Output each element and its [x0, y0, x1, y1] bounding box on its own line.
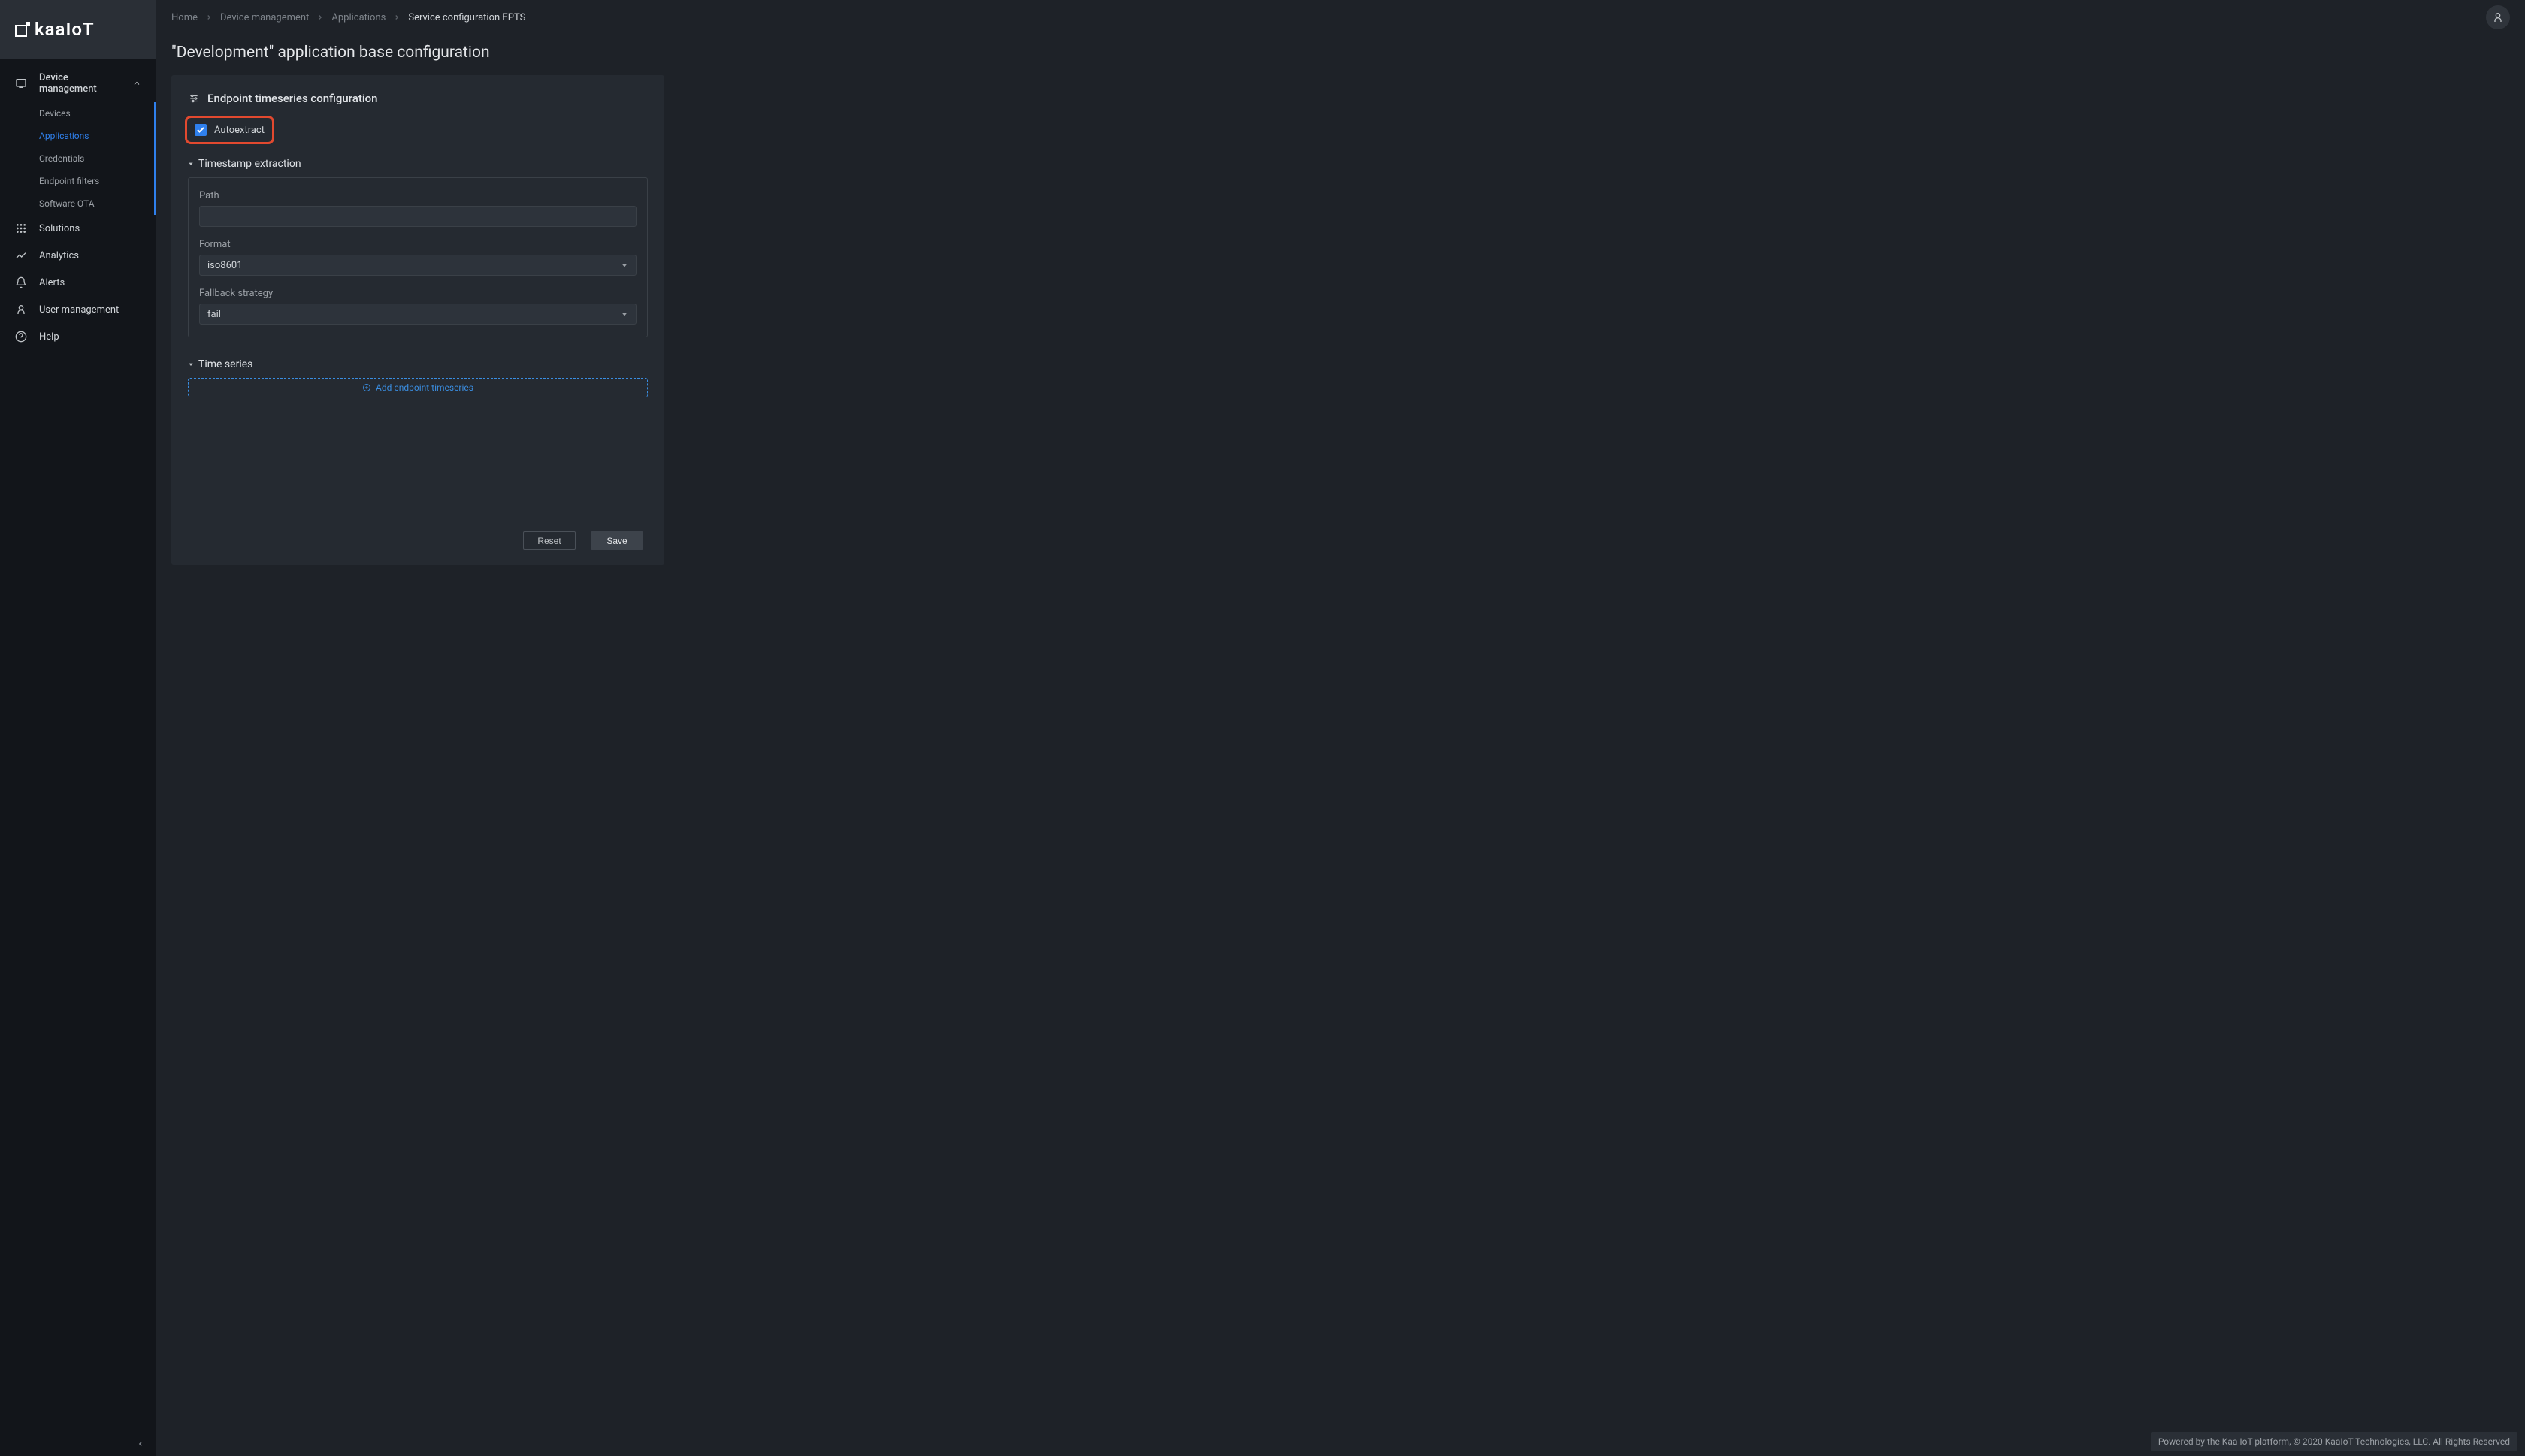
breadcrumb-device-management[interactable]: Device management: [220, 12, 309, 23]
panel-header-text: Endpoint timeseries configuration: [207, 92, 378, 105]
sidebar-item-analytics[interactable]: Analytics: [0, 242, 156, 269]
autoextract-label[interactable]: Autoextract: [214, 125, 265, 136]
bell-icon: [15, 276, 27, 288]
chevron-right-icon: [393, 14, 401, 21]
subsection-title: Time series: [198, 358, 252, 370]
sidebar-item-devices[interactable]: Devices: [0, 102, 154, 125]
fallback-value: fail: [207, 309, 221, 320]
timestamp-extraction-fieldset: Path Format iso8601 Fallback strategy: [188, 177, 648, 337]
sidebar-item-label: User management: [39, 304, 119, 316]
breadcrumb-home[interactable]: Home: [171, 12, 198, 23]
sidebar-collapse[interactable]: [0, 1432, 156, 1456]
time-series-section: Time series Add endpoint timeseries: [171, 354, 664, 397]
grid-icon: [15, 222, 27, 234]
sidebar-item-credentials[interactable]: Credentials: [0, 147, 154, 170]
sidebar-item-device-management[interactable]: Device management: [0, 65, 156, 102]
fallback-select[interactable]: fail: [199, 304, 637, 325]
breadcrumb-applications[interactable]: Applications: [331, 12, 386, 23]
reset-button[interactable]: Reset: [523, 531, 576, 550]
sidebar-item-label: Endpoint filters: [39, 176, 99, 186]
config-panel: Endpoint timeseries configuration Autoex…: [171, 75, 664, 565]
chevron-right-icon: [316, 14, 324, 21]
add-ts-label: Add endpoint timeseries: [376, 382, 473, 393]
user-menu-button[interactable]: [2486, 5, 2510, 29]
user-icon: [2492, 11, 2504, 23]
path-input[interactable]: [199, 206, 637, 227]
sidebar-item-label: Solutions: [39, 223, 80, 234]
sidebar-item-label: Alerts: [39, 277, 65, 288]
nav: Device management Devices Applications C…: [0, 59, 156, 1432]
page-title: "Development" application base configura…: [171, 44, 2510, 62]
add-endpoint-timeseries-button[interactable]: Add endpoint timeseries: [188, 378, 648, 397]
panel-header: Endpoint timeseries configuration: [171, 92, 664, 116]
sidebar-item-label: Device management: [39, 72, 120, 95]
sidebar-item-user-management[interactable]: User management: [0, 296, 156, 323]
plus-circle-icon: [362, 383, 371, 392]
save-button[interactable]: Save: [591, 531, 643, 550]
sliders-icon: [188, 92, 200, 104]
caret-down-icon: [621, 261, 628, 269]
sidebar-item-label: Credentials: [39, 153, 84, 164]
sidebar-item-alerts[interactable]: Alerts: [0, 269, 156, 296]
device-icon: [15, 77, 27, 89]
path-field: Path: [199, 190, 637, 227]
caret-down-icon: [621, 310, 628, 318]
sidebar-item-label: Analytics: [39, 250, 79, 261]
chevron-left-icon: [137, 1440, 144, 1448]
fallback-label: Fallback strategy: [199, 288, 637, 299]
breadcrumb-current: Service configuration EPTS: [408, 12, 525, 23]
sidebar-item-label: Help: [39, 331, 59, 343]
sidebar-subnav-device-management: Devices Applications Credentials Endpoin…: [0, 102, 156, 215]
sidebar-item-label: Applications: [39, 131, 89, 141]
timestamp-extraction-toggle[interactable]: Timestamp extraction: [188, 158, 648, 170]
panel-footer: Reset Save: [171, 518, 664, 550]
content: "Development" application base configura…: [156, 35, 2525, 1456]
user-icon: [15, 304, 27, 316]
sidebar-item-endpoint-filters[interactable]: Endpoint filters: [0, 170, 154, 192]
format-field: Format iso8601: [199, 239, 637, 276]
path-label: Path: [199, 190, 637, 201]
analytics-icon: [15, 249, 27, 261]
logo-icon: [15, 22, 30, 37]
caret-down-icon: [188, 361, 194, 367]
format-label: Format: [199, 239, 637, 250]
chevron-up-icon: [132, 79, 141, 88]
footer-text: Powered by the Kaa IoT platform, © 2020 …: [2151, 1432, 2517, 1451]
main: Home Device management Applications Serv…: [156, 0, 2525, 1456]
sidebar: kaaIoT Device management Devices Applica…: [0, 0, 156, 1456]
time-series-toggle[interactable]: Time series: [188, 358, 648, 370]
breadcrumb: Home Device management Applications Serv…: [171, 12, 525, 23]
sidebar-item-applications[interactable]: Applications: [0, 125, 154, 147]
logo-area: kaaIoT: [0, 0, 156, 59]
format-value: iso8601: [207, 260, 243, 271]
caret-down-icon: [188, 161, 194, 167]
timestamp-extraction-section: Timestamp extraction Path Format iso8601: [171, 153, 664, 354]
logo-text: kaaIoT: [35, 19, 95, 40]
format-select[interactable]: iso8601: [199, 255, 637, 276]
sidebar-item-label: Devices: [39, 108, 71, 119]
autoextract-highlight: Autoextract: [185, 116, 274, 144]
topbar: Home Device management Applications Serv…: [156, 0, 2525, 35]
chevron-right-icon: [205, 14, 213, 21]
sidebar-item-label: Software OTA: [39, 198, 95, 209]
autoextract-checkbox[interactable]: [195, 124, 207, 136]
sidebar-item-software-ota[interactable]: Software OTA: [0, 192, 154, 215]
help-icon: [15, 331, 27, 343]
subsection-title: Timestamp extraction: [198, 158, 301, 170]
fallback-field: Fallback strategy fail: [199, 288, 637, 325]
logo[interactable]: kaaIoT: [15, 19, 95, 40]
sidebar-item-help[interactable]: Help: [0, 323, 156, 350]
sidebar-item-solutions[interactable]: Solutions: [0, 215, 156, 242]
